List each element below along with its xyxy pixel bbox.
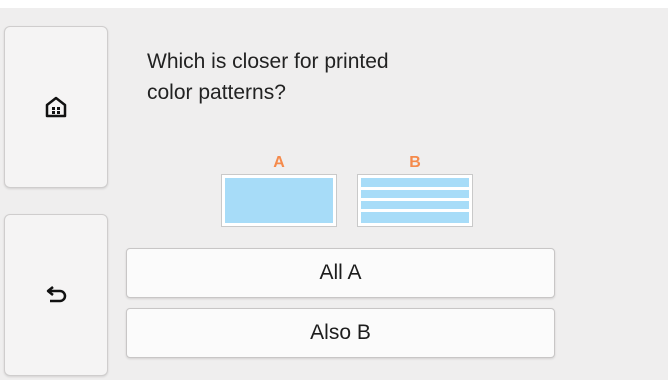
question-text: Which is closer for printed color patter… xyxy=(147,46,507,108)
question-line-2: color patterns? xyxy=(147,81,286,104)
back-button[interactable] xyxy=(4,214,108,376)
pattern-a-swatch xyxy=(221,174,337,227)
back-arrow-icon xyxy=(45,286,67,304)
question-line-1: Which is closer for printed xyxy=(147,50,389,73)
home-icon xyxy=(45,96,67,118)
pattern-b-swatch xyxy=(357,174,473,227)
all-a-button[interactable]: All A xyxy=(126,248,555,298)
pattern-a-fill xyxy=(225,178,333,223)
also-b-button[interactable]: Also B xyxy=(126,308,555,358)
pattern-b-stripe xyxy=(361,209,469,212)
pattern-b-label: B xyxy=(409,154,421,171)
pattern-b-fill xyxy=(361,178,469,223)
pattern-b-stripe xyxy=(361,198,469,201)
home-button[interactable] xyxy=(4,26,108,188)
pattern-b-stripe xyxy=(361,187,469,190)
pattern-a-label: A xyxy=(273,154,285,171)
printer-screen: Which is closer for printed color patter… xyxy=(0,8,668,380)
